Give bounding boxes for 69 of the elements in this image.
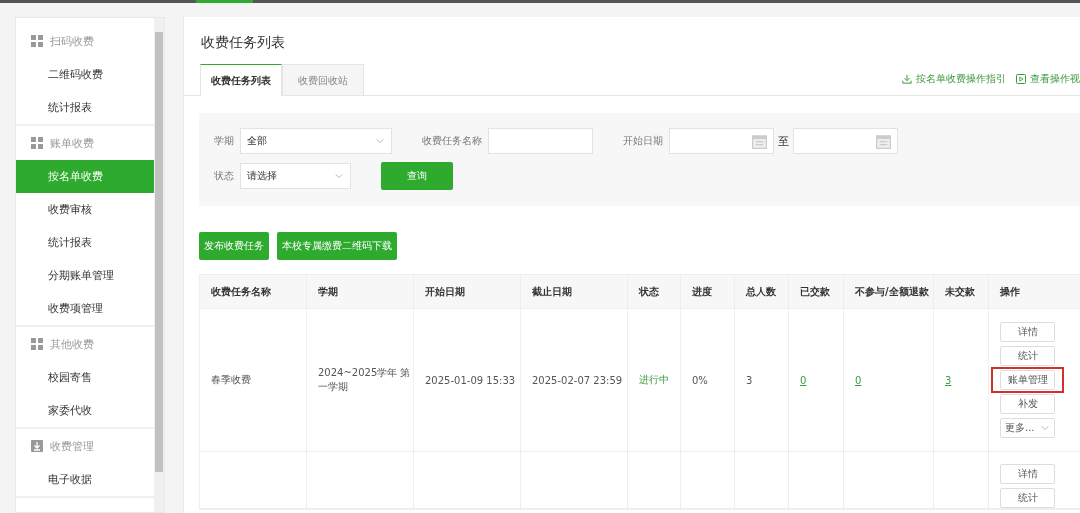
column-header: 学期 xyxy=(306,275,414,309)
dropdown[interactable]: 请选择 xyxy=(240,163,351,189)
sidebar-item[interactable]: 统计报表 xyxy=(16,226,154,259)
sidebar-item[interactable]: 分期账单管理 xyxy=(16,259,154,292)
table-cell: 2025-01-09 15:33 xyxy=(425,374,516,386)
grid-icon xyxy=(31,35,43,47)
dropdown[interactable]: 全部 xyxy=(240,128,392,154)
table-cell: 春季收费 xyxy=(211,374,251,385)
table-cell: 3 xyxy=(746,374,753,386)
field-label: 收费任务名称 xyxy=(422,134,482,148)
caret-icon xyxy=(334,171,344,181)
group-title: 其他收费 xyxy=(50,336,94,352)
table-cell: 2024~2025学年 第一学期 xyxy=(318,367,411,392)
grid-icon xyxy=(31,137,43,149)
download-icon xyxy=(31,440,43,452)
caret-icon xyxy=(375,136,385,146)
table-cell: 2025-02-07 23:59 xyxy=(532,374,623,386)
column-header: 截止日期 xyxy=(520,275,628,309)
scrollbar[interactable] xyxy=(154,18,164,512)
sidebar-item[interactable]: 收费项管理 xyxy=(16,292,154,325)
table-cell: 0% xyxy=(692,374,708,386)
date-field[interactable] xyxy=(793,128,898,154)
field-label: 学期 xyxy=(214,134,234,148)
caret-icon xyxy=(1040,423,1050,433)
range-separator: 至 xyxy=(778,133,789,149)
row-action-button[interactable]: 统计 xyxy=(1000,346,1055,366)
column-header: 未交款 xyxy=(933,275,989,309)
column-header: 已交款 xyxy=(788,275,844,309)
column-header: 操作 xyxy=(988,275,1080,309)
row-action-button[interactable]: 账单管理 xyxy=(1000,370,1055,390)
more-dropdown[interactable]: 更多... xyxy=(1000,418,1055,438)
count-link[interactable]: 0 xyxy=(855,374,862,386)
guide-link[interactable]: 查看操作视 xyxy=(1030,72,1080,86)
row-action-button[interactable]: 统计 xyxy=(1000,488,1055,508)
column-header: 不参与/全额退款 xyxy=(843,275,934,309)
page-title: 收费任务列表 xyxy=(201,34,286,52)
count-link[interactable]: 3 xyxy=(945,374,952,386)
calendar-icon xyxy=(876,133,891,149)
grid-icon xyxy=(31,338,43,350)
column-header: 开始日期 xyxy=(413,275,521,309)
sidebar-item[interactable]: 校园寄售 xyxy=(16,361,154,394)
sidebar-item[interactable]: 电子收据 xyxy=(16,463,154,496)
tab[interactable]: 收费任务列表 xyxy=(200,64,282,96)
count-link[interactable]: 0 xyxy=(800,374,807,386)
row-action-button[interactable]: 详情 xyxy=(1000,464,1055,484)
group-title: 扫码收费 xyxy=(50,33,94,49)
nav-indicator xyxy=(196,0,253,3)
sidebar-item[interactable]: 收费审核 xyxy=(16,193,154,226)
column-header: 进度 xyxy=(680,275,735,309)
input-field[interactable] xyxy=(488,128,593,154)
column-header: 收费任务名称 xyxy=(200,275,307,309)
guide-link[interactable]: 按名单收费操作指引 xyxy=(916,72,1006,86)
tab[interactable]: 收费回收站 xyxy=(282,64,364,95)
field-label: 状态 xyxy=(214,169,234,183)
column-header: 状态 xyxy=(627,275,681,309)
group-title: 账单收费 xyxy=(50,135,94,151)
date-field[interactable] xyxy=(669,128,774,154)
sidebar-item[interactable]: 二维码收费 xyxy=(16,58,154,91)
download-icon xyxy=(902,74,912,84)
row-action-button[interactable]: 详情 xyxy=(1000,322,1055,342)
row-action-button[interactable]: 补发 xyxy=(1000,394,1055,414)
calendar-icon xyxy=(752,133,767,149)
sidebar-item[interactable]: 家委代收 xyxy=(16,394,154,427)
status-text: 进行中 xyxy=(639,374,669,385)
field-label: 开始日期 xyxy=(623,134,663,148)
video-icon xyxy=(1016,74,1026,84)
column-header: 总人数 xyxy=(734,275,789,309)
group-title: 收费管理 xyxy=(50,438,94,454)
sidebar-item[interactable]: 统计报表 xyxy=(16,91,154,124)
